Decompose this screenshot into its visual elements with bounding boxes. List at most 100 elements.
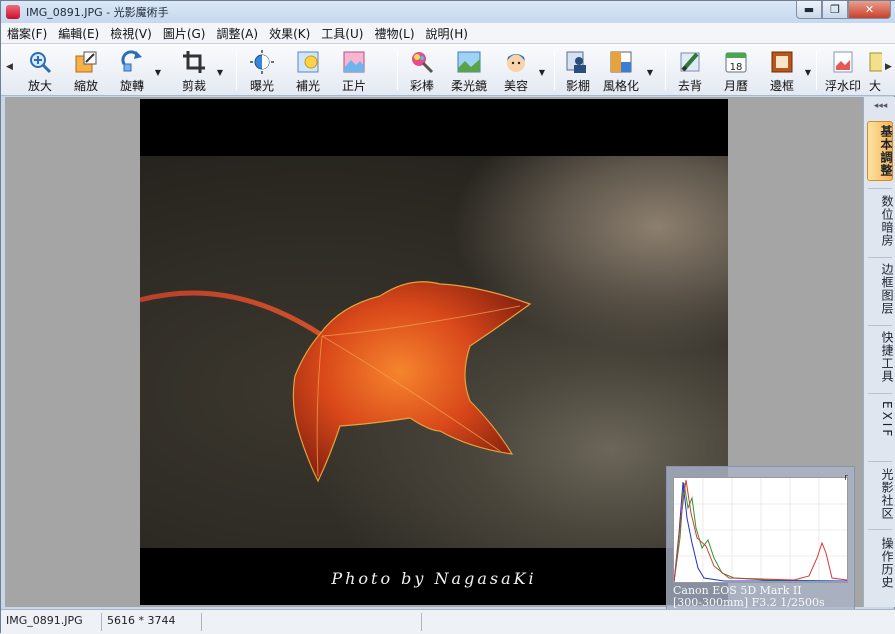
tool-soft-light[interactable]: 柔光鏡	[449, 48, 489, 94]
tool-rotate[interactable]: 旋轉 ▼	[115, 48, 161, 94]
crop-icon	[182, 50, 206, 74]
toolbar-separator	[397, 50, 398, 90]
tool-label: 曝光	[249, 79, 274, 93]
toolbar-separator	[554, 50, 555, 90]
tool-label: 風格化	[602, 79, 639, 93]
tool-zoom-in[interactable]: 放大	[23, 48, 57, 94]
tool-frame[interactable]: 邊框 ▼	[765, 48, 811, 94]
tool-label: 放大	[27, 79, 52, 93]
tab-frame-layers[interactable]: 边框图层	[867, 263, 894, 315]
tool-label: 影棚	[565, 79, 590, 93]
menu-adjust[interactable]: 調整(A)	[216, 25, 258, 42]
menu-view[interactable]: 檢視(V)	[110, 25, 152, 42]
menu-edit[interactable]: 編輯(E)	[58, 25, 99, 42]
tool-exposure[interactable]: 曝光	[245, 48, 279, 94]
tool-more[interactable]: 大	[867, 48, 883, 94]
menu-tools[interactable]: 工具(U)	[321, 25, 363, 42]
tool-label: 縮放	[73, 79, 98, 93]
tool-fill-light[interactable]: 補光	[291, 48, 325, 94]
soft-light-icon	[457, 50, 481, 74]
tab-divider	[868, 461, 892, 462]
stylize-dropdown-icon[interactable]: ▼	[647, 68, 653, 77]
calendar-day: 18	[730, 62, 743, 73]
maximize-button[interactable]: ❐	[822, 1, 848, 19]
tool-studio[interactable]: 影棚	[561, 48, 595, 94]
tool-label: 邊框	[769, 79, 794, 93]
tool-beauty[interactable]: 美容 ▼	[499, 48, 545, 94]
histogram-panel: r Canon EOS 5D Mark II [300-300mm] F3.2 …	[666, 466, 855, 612]
toolbar-scroll-right-icon[interactable]: ▶	[885, 62, 892, 72]
menu-file[interactable]: 檔案(F)	[7, 25, 47, 42]
studio-icon	[566, 50, 590, 74]
status-divider	[421, 613, 422, 631]
image-canvas[interactable]: Photo by NagasaKi r Canon EOS 5D Mark II…	[5, 97, 863, 612]
rotate-icon	[120, 50, 144, 74]
photo-view: Photo by NagasaKi	[140, 99, 728, 605]
maple-leaf-image	[140, 281, 532, 483]
tool-label: 美容	[503, 79, 528, 93]
histogram-plot	[673, 477, 848, 583]
tab-exif[interactable]: EXIF	[867, 401, 894, 439]
tab-divider	[868, 257, 892, 258]
app-logo-icon	[6, 5, 20, 19]
tool-remove-bg[interactable]: 去背	[673, 48, 707, 94]
menu-gifts[interactable]: 禮物(L)	[374, 25, 414, 42]
rotate-dropdown-icon[interactable]: ▼	[155, 68, 161, 77]
tab-basic-adjust[interactable]: 基本調整	[867, 121, 893, 181]
window-title: IMG_0891.JPG - 光影魔術手	[26, 6, 169, 19]
minimize-button[interactable]: ▬	[796, 1, 822, 19]
tool-positive-film[interactable]: 正片	[337, 48, 371, 94]
beauty-icon	[504, 50, 528, 74]
status-divider	[201, 613, 202, 631]
tool-crop[interactable]: 剪裁 ▼	[177, 48, 223, 94]
menu-image[interactable]: 圖片(G)	[163, 25, 206, 42]
tab-community[interactable]: 光影社区	[867, 468, 894, 520]
tool-label: 正片	[341, 79, 366, 93]
tool-label: 柔光鏡	[450, 79, 487, 93]
status-divider	[101, 613, 102, 631]
exposure-icon	[250, 50, 274, 74]
toolbar: ◀ 放大 縮放 旋轉 ▼ 剪裁 ▼ 曝光 補光 正片 彩棒 柔光鏡 美容 ▼ 影…	[1, 44, 895, 96]
title-bar: IMG_0891.JPG - 光影魔術手 ▬ ❐ ✕	[1, 1, 895, 23]
tab-divider	[868, 393, 892, 394]
exif-summary: Canon EOS 5D Mark II [300-300mm] F3.2 1/…	[673, 585, 825, 609]
close-button[interactable]: ✕	[848, 1, 891, 19]
calendar-icon: 18	[724, 50, 748, 74]
tool-watermark[interactable]: 浮水印	[822, 48, 864, 94]
tool-color-stick[interactable]: 彩棒	[405, 48, 439, 94]
tool-resize[interactable]: 縮放	[69, 48, 103, 94]
zoom-in-icon	[28, 50, 52, 74]
frame-dropdown-icon[interactable]: ▼	[805, 68, 811, 77]
toolbar-separator	[665, 50, 666, 90]
tab-divider	[868, 188, 892, 189]
shot-settings: [300-300mm] F3.2 1/2500s	[673, 596, 825, 609]
photo-caption: Photo by NagasaKi	[331, 569, 537, 588]
tool-stylize[interactable]: 風格化 ▼	[601, 48, 653, 94]
tool-calendar[interactable]: 18 月曆	[719, 48, 753, 94]
positive-film-icon	[342, 50, 366, 74]
window-controls: ▬ ❐ ✕	[796, 1, 891, 19]
panel-collapse-icon[interactable]: ◂◂◂	[864, 101, 895, 111]
beauty-dropdown-icon[interactable]: ▼	[539, 68, 545, 77]
menu-effects[interactable]: 效果(K)	[269, 25, 310, 42]
tool-label: 大	[868, 79, 881, 93]
frame-icon	[770, 50, 794, 74]
tab-history[interactable]: 操作历史	[867, 537, 894, 589]
tab-quick-tools[interactable]: 快捷工具	[867, 331, 894, 383]
tool-label: 浮水印	[824, 79, 861, 93]
toolbar-scroll-left-icon[interactable]: ◀	[6, 62, 13, 72]
histogram-channel-label: r	[844, 473, 848, 483]
fill-light-icon	[296, 50, 320, 74]
resize-icon	[74, 50, 98, 74]
more-icon	[868, 50, 883, 74]
menu-bar: 檔案(F) 編輯(E) 檢視(V) 圖片(G) 調整(A) 效果(K) 工具(U…	[1, 23, 895, 44]
status-filename: IMG_0891.JPG	[6, 614, 83, 627]
tool-label: 彩棒	[409, 79, 434, 93]
status-bar: IMG_0891.JPG 5616 * 3744	[1, 609, 895, 634]
menu-help[interactable]: 說明(H)	[426, 25, 468, 42]
right-tab-panel: ◂◂◂ 基本調整 数位暗房 边框图层 快捷工具 EXIF 光影社区 操作历史	[863, 97, 895, 607]
tab-digital-darkroom[interactable]: 数位暗房	[867, 195, 894, 247]
tab-divider	[868, 529, 892, 530]
crop-dropdown-icon[interactable]: ▼	[217, 68, 223, 77]
toolbar-separator	[236, 50, 237, 90]
